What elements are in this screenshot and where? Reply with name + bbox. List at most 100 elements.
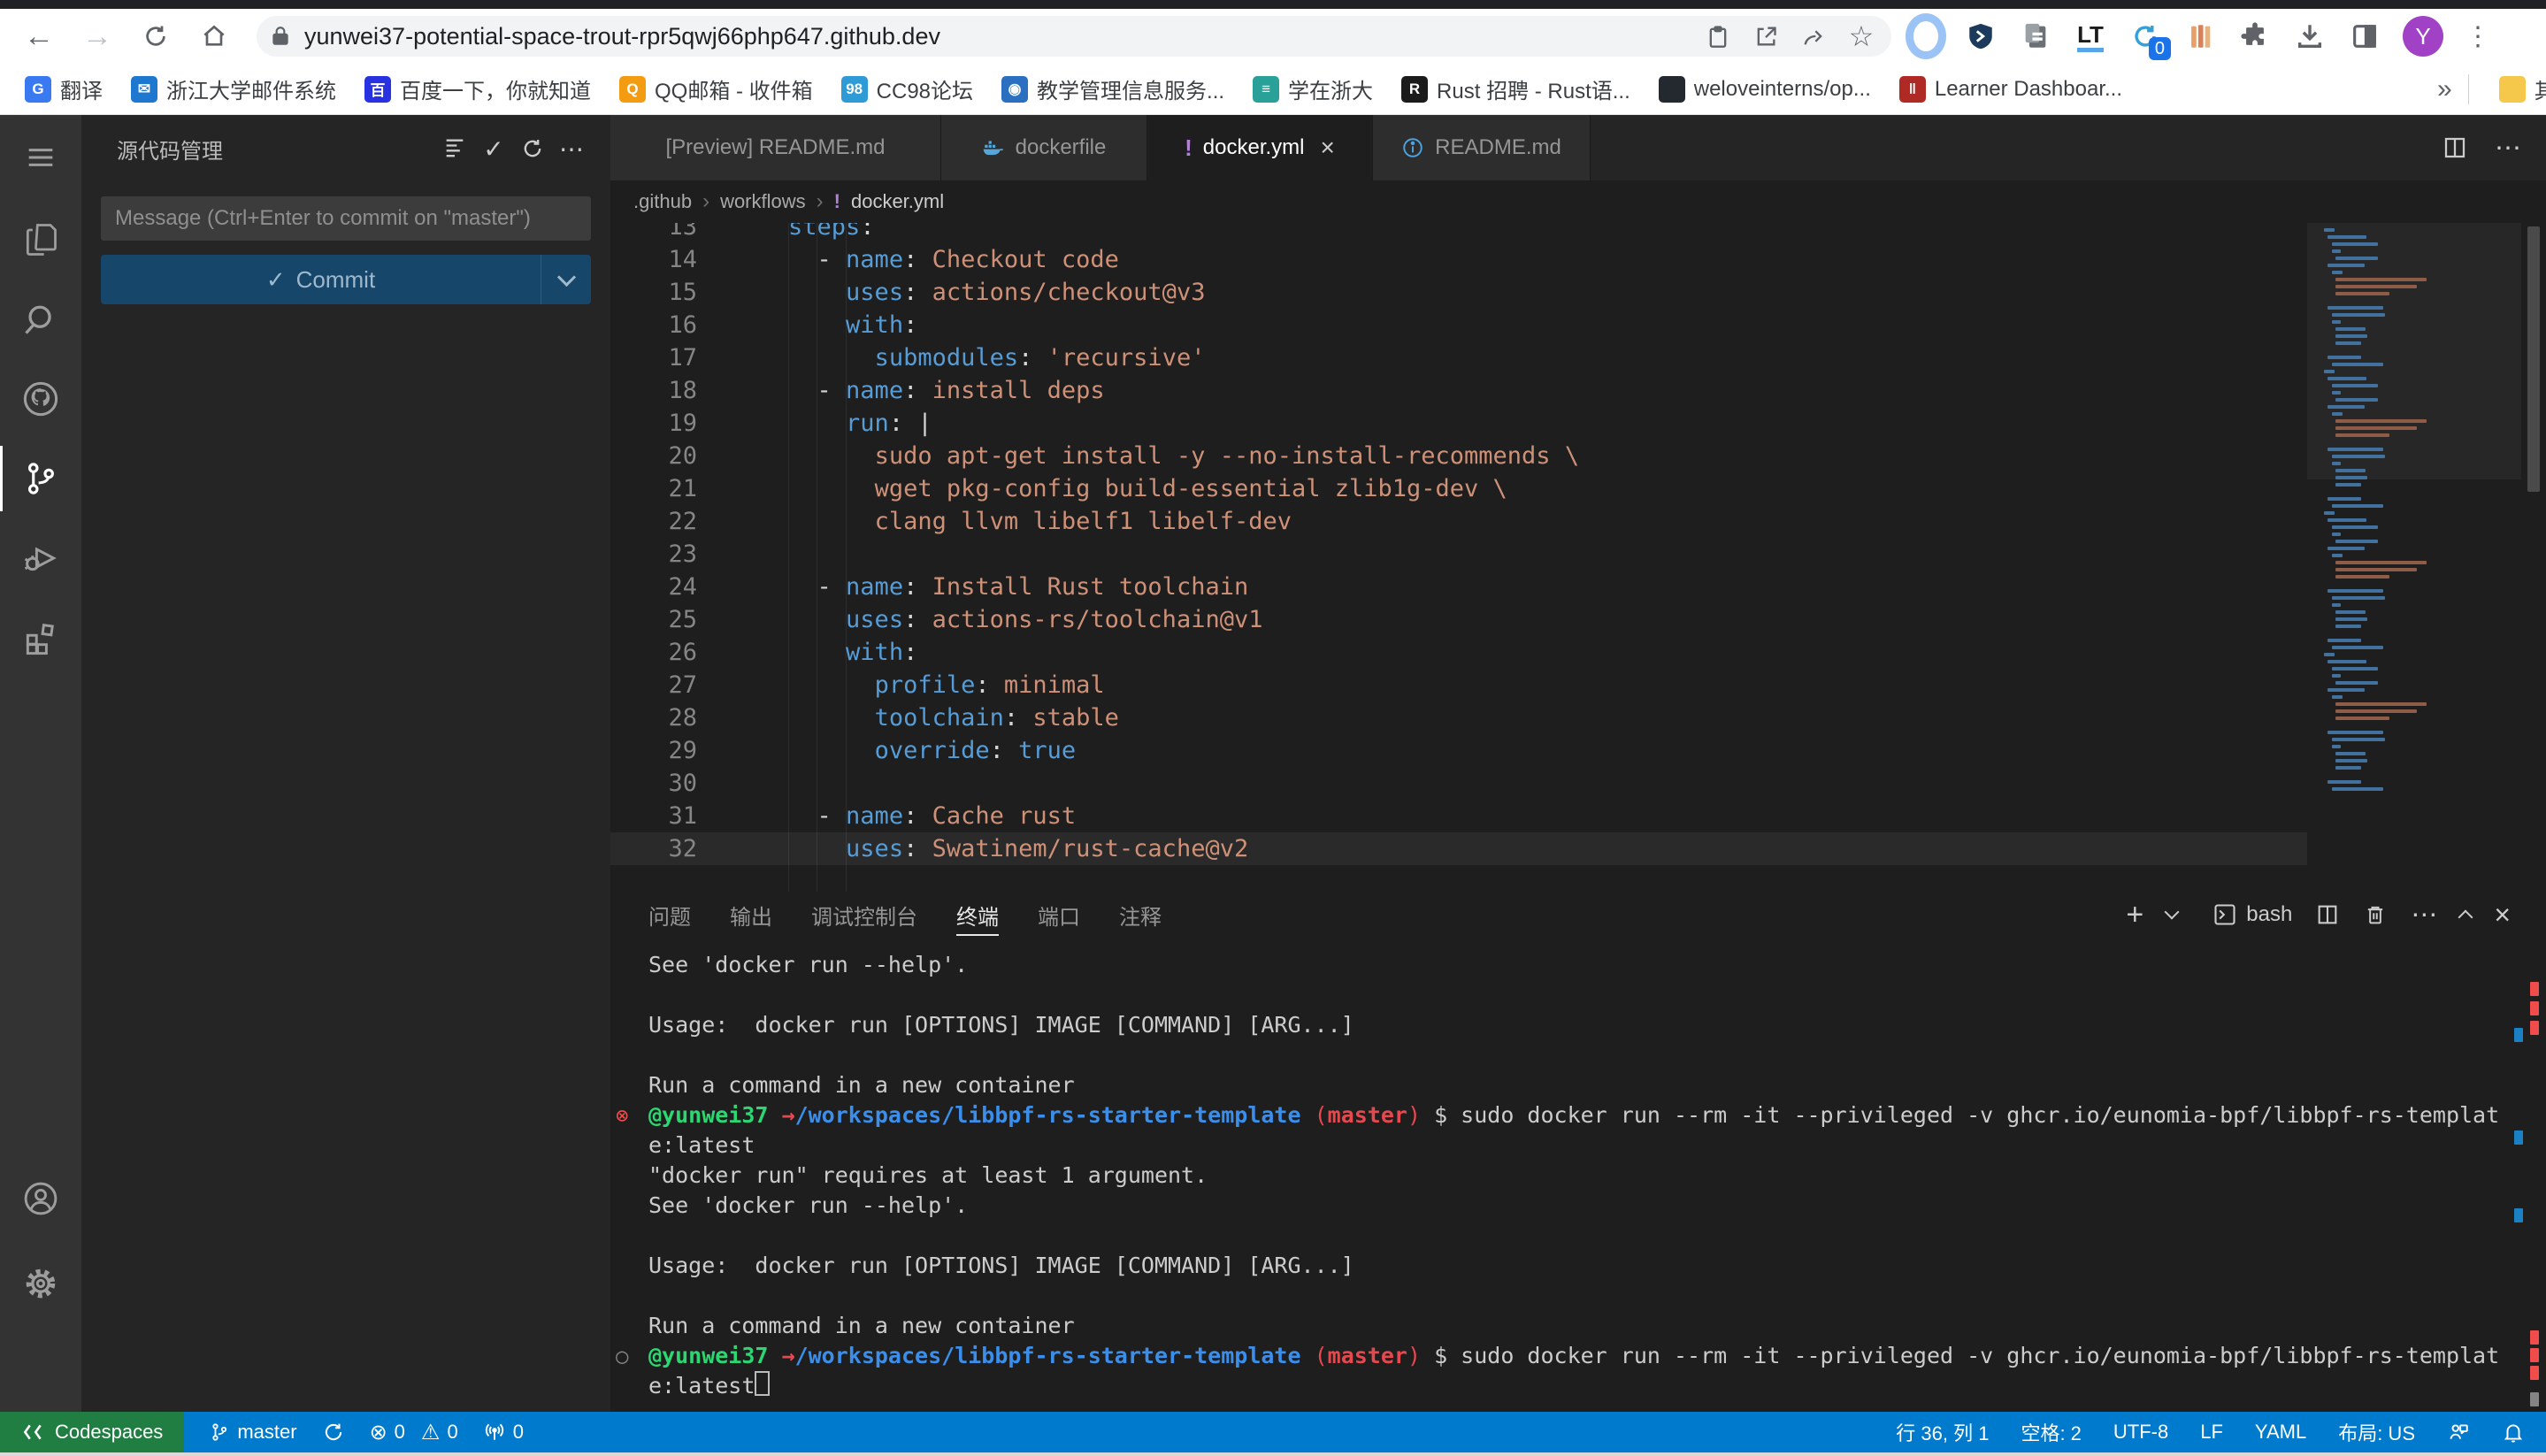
code-line[interactable]: 17 submodules: 'recursive' — [610, 341, 2307, 374]
sidebar-toggle-icon[interactable] — [2344, 16, 2385, 57]
bookmark-item[interactable]: ✉浙江大学邮件系统 — [131, 73, 336, 104]
code-line[interactable]: 20 sudo apt-get install -y --no-install-… — [610, 440, 2307, 472]
terminal-line[interactable] — [610, 1281, 2546, 1311]
code-editor[interactable]: 13 steps:14 - name: Checkout code15 uses… — [610, 223, 2307, 892]
address-bar[interactable]: yunwei37-potential-space-trout-rpr5qwj66… — [257, 16, 1891, 57]
terminal-line[interactable]: Run a command in a new container — [610, 1311, 2546, 1341]
cursor-position[interactable]: 行 36, 列 1 — [1896, 1418, 1989, 1446]
account-icon[interactable] — [0, 1159, 81, 1238]
clipboard-icon[interactable] — [1700, 19, 1736, 54]
eol[interactable]: LF — [2200, 1421, 2223, 1444]
commit-message-input[interactable] — [101, 196, 591, 241]
open-in-new-icon[interactable] — [1748, 19, 1783, 54]
command-failed-icon[interactable]: ⊗ — [616, 1100, 628, 1130]
code-line[interactable]: 13 steps: — [610, 223, 2307, 243]
code-line[interactable]: 22 clang llvm libelf1 libelf-dev — [610, 505, 2307, 538]
terminal-line[interactable]: See 'docker run --help'. — [610, 1191, 2546, 1221]
terminal-line[interactable]: "docker run" requires at least 1 argumen… — [610, 1161, 2546, 1191]
code-line[interactable]: 30 — [610, 767, 2307, 800]
remote-indicator[interactable]: Codespaces — [0, 1412, 184, 1452]
panel-tab[interactable]: 端口 — [1038, 892, 1080, 938]
terminal-line[interactable] — [610, 1221, 2546, 1251]
terminal-dropdown-icon[interactable] — [2165, 905, 2180, 920]
code-line[interactable]: 31 - name: Cache rust — [610, 800, 2307, 832]
code-line[interactable]: 15 uses: actions/checkout@v3 — [610, 276, 2307, 309]
terminal-line[interactable] — [610, 1040, 2546, 1070]
sync-extension-icon[interactable]: 0 — [2125, 16, 2166, 57]
code-line[interactable]: 16 with: — [610, 309, 2307, 341]
breadcrumb-item[interactable]: .github — [633, 190, 692, 213]
bash-shell-item[interactable]: bash — [2212, 902, 2292, 927]
settings-gear-icon[interactable] — [0, 1244, 81, 1323]
editor-tab[interactable]: !docker.yml× — [1147, 115, 1373, 180]
panel-more-actions-icon[interactable]: ⋯ — [2411, 900, 2437, 931]
puzzle-extensions-icon[interactable] — [2235, 16, 2275, 57]
bookmark-item[interactable]: weloveinterns/op... — [1659, 76, 1871, 103]
github-icon[interactable] — [0, 359, 81, 439]
home-button[interactable] — [195, 17, 234, 56]
terminal-line[interactable]: ⊗@yunwei37 →/workspaces/libbpf-rs-starte… — [610, 1100, 2546, 1130]
back-button[interactable]: ← — [19, 17, 58, 56]
bookmark-item[interactable]: ‖Learner Dashboar... — [1899, 76, 2122, 103]
terminal-line[interactable]: Usage: docker run [OPTIONS] IMAGE [COMMA… — [610, 1010, 2546, 1040]
terminal[interactable]: See 'docker run --help'. Usage: docker ru… — [610, 950, 2546, 1412]
feedback-icon[interactable] — [2447, 1421, 2470, 1444]
bookmark-item[interactable]: G翻译 — [25, 73, 103, 104]
code-line[interactable]: 18 - name: install deps — [610, 374, 2307, 407]
bookmark-item[interactable]: QQQ邮箱 - 收件箱 — [619, 73, 813, 104]
commit-dropdown[interactable] — [541, 255, 591, 304]
explorer-icon[interactable] — [0, 200, 81, 280]
code-line[interactable]: 14 - name: Checkout code — [610, 243, 2307, 276]
split-editor-icon[interactable] — [2442, 134, 2468, 161]
minimap[interactable] — [2307, 223, 2521, 892]
problems-item[interactable]: ⊗ 0 ⚠ 0 — [370, 1420, 458, 1445]
commit-button-main[interactable]: ✓ Commit — [101, 266, 541, 294]
crayons-extension-icon[interactable] — [2180, 16, 2220, 57]
browser-menu-icon[interactable]: ⋮ — [2458, 16, 2498, 57]
share-icon[interactable] — [1796, 19, 1831, 54]
other-bookmarks[interactable]: 其他书签 — [2499, 73, 2546, 104]
encoding[interactable]: UTF-8 — [2113, 1421, 2168, 1444]
bookmark-star-icon[interactable]: ☆ — [1844, 19, 1879, 54]
code-line[interactable]: 27 profile: minimal — [610, 669, 2307, 701]
notifications-bell-icon[interactable] — [2502, 1421, 2525, 1444]
breadcrumb-item[interactable]: workflows — [720, 190, 806, 213]
breadcrumb[interactable]: .github›workflows›!docker.yml — [610, 180, 2546, 223]
search-icon[interactable] — [0, 280, 81, 359]
editor-more-actions-icon[interactable]: ⋯ — [2495, 133, 2521, 164]
commit-button[interactable]: ✓ Commit — [101, 255, 591, 304]
code-line[interactable]: 21 wget pkg-config build-essential zlib1… — [610, 472, 2307, 505]
keyboard-layout[interactable]: 布局: US — [2338, 1418, 2415, 1446]
panel-tab[interactable]: 调试控制台 — [811, 892, 917, 938]
commit-check-icon[interactable]: ✓ — [474, 129, 513, 168]
code-line[interactable]: 24 - name: Install Rust toolchain — [610, 571, 2307, 603]
editor-tab[interactable]: [Preview] README.md — [610, 115, 941, 180]
breadcrumb-file[interactable]: docker.yml — [851, 190, 944, 213]
bookmarks-overflow-icon[interactable]: » — [2437, 74, 2452, 104]
sync-item[interactable] — [322, 1421, 345, 1444]
forward-button[interactable]: → — [78, 17, 117, 56]
blue-ring-extension-icon[interactable] — [1906, 16, 1946, 57]
profile-avatar[interactable]: Y — [2403, 16, 2443, 57]
bookmark-item[interactable]: 98CC98论坛 — [841, 73, 973, 104]
code-line[interactable]: 25 uses: actions-rs/toolchain@v1 — [610, 603, 2307, 636]
reload-button[interactable] — [136, 17, 175, 56]
indentation[interactable]: 空格: 2 — [2021, 1418, 2081, 1446]
maximize-panel-icon[interactable] — [2458, 910, 2473, 925]
terminal-line[interactable]: e:latest — [610, 1130, 2546, 1161]
terminal-line[interactable] — [610, 980, 2546, 1010]
editor-tab[interactable]: README.md — [1373, 115, 1591, 180]
bookmark-item[interactable]: ◉教学管理信息服务... — [1001, 73, 1224, 104]
more-actions-icon[interactable]: ⋯ — [552, 129, 591, 168]
close-icon[interactable]: × — [1321, 134, 1335, 162]
code-line[interactable]: 26 with: — [610, 636, 2307, 669]
url-text[interactable]: yunwei37-potential-space-trout-rpr5qwj66… — [304, 23, 1688, 50]
ports-item[interactable]: 0 — [483, 1421, 524, 1444]
close-panel-icon[interactable]: × — [2494, 899, 2511, 931]
bookmark-item[interactable]: RRust 招聘 - Rust语... — [1401, 73, 1630, 104]
kill-terminal-icon[interactable] — [2363, 902, 2388, 927]
new-terminal-icon[interactable]: + — [2126, 898, 2143, 932]
panel-tab[interactable]: 注释 — [1119, 892, 1162, 938]
branch-item[interactable]: master — [209, 1421, 296, 1444]
extensions-icon[interactable] — [0, 598, 81, 678]
